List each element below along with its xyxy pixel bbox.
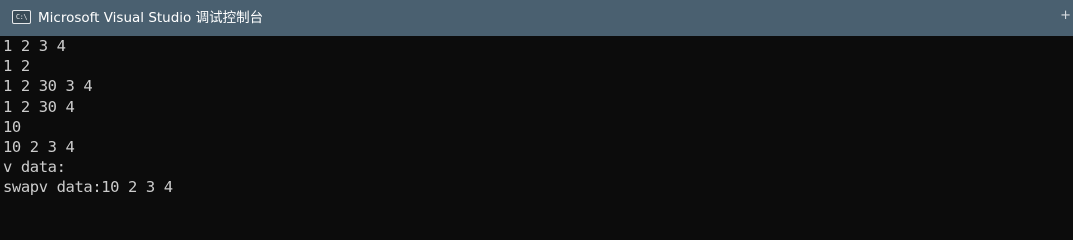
- console-line: 1 2 30 4: [3, 97, 75, 116]
- console-window: C:\ Microsoft Visual Studio 调试控制台 + 1 2 …: [0, 0, 1073, 231]
- window-title: Microsoft Visual Studio 调试控制台: [38, 10, 264, 26]
- console-line: 1 2: [3, 57, 30, 76]
- console-line: swapv data:10 2 3 4: [3, 178, 173, 197]
- console-output[interactable]: 1 2 3 4 1 2 1 2 30 3 4 1 2 30 4 10 10 2 …: [0, 36, 1073, 231]
- console-line: v data:: [3, 158, 66, 177]
- console-app-icon: C:\: [12, 10, 31, 24]
- console-line: 10: [3, 117, 21, 136]
- title-bar[interactable]: C:\ Microsoft Visual Studio 调试控制台 +: [0, 0, 1073, 36]
- console-line: 10 2 3 4: [3, 137, 75, 156]
- console-line: 1 2 3 4: [3, 37, 66, 55]
- console-line: 1 2 30 3 4: [3, 77, 93, 96]
- new-tab-icon[interactable]: +: [1060, 8, 1071, 23]
